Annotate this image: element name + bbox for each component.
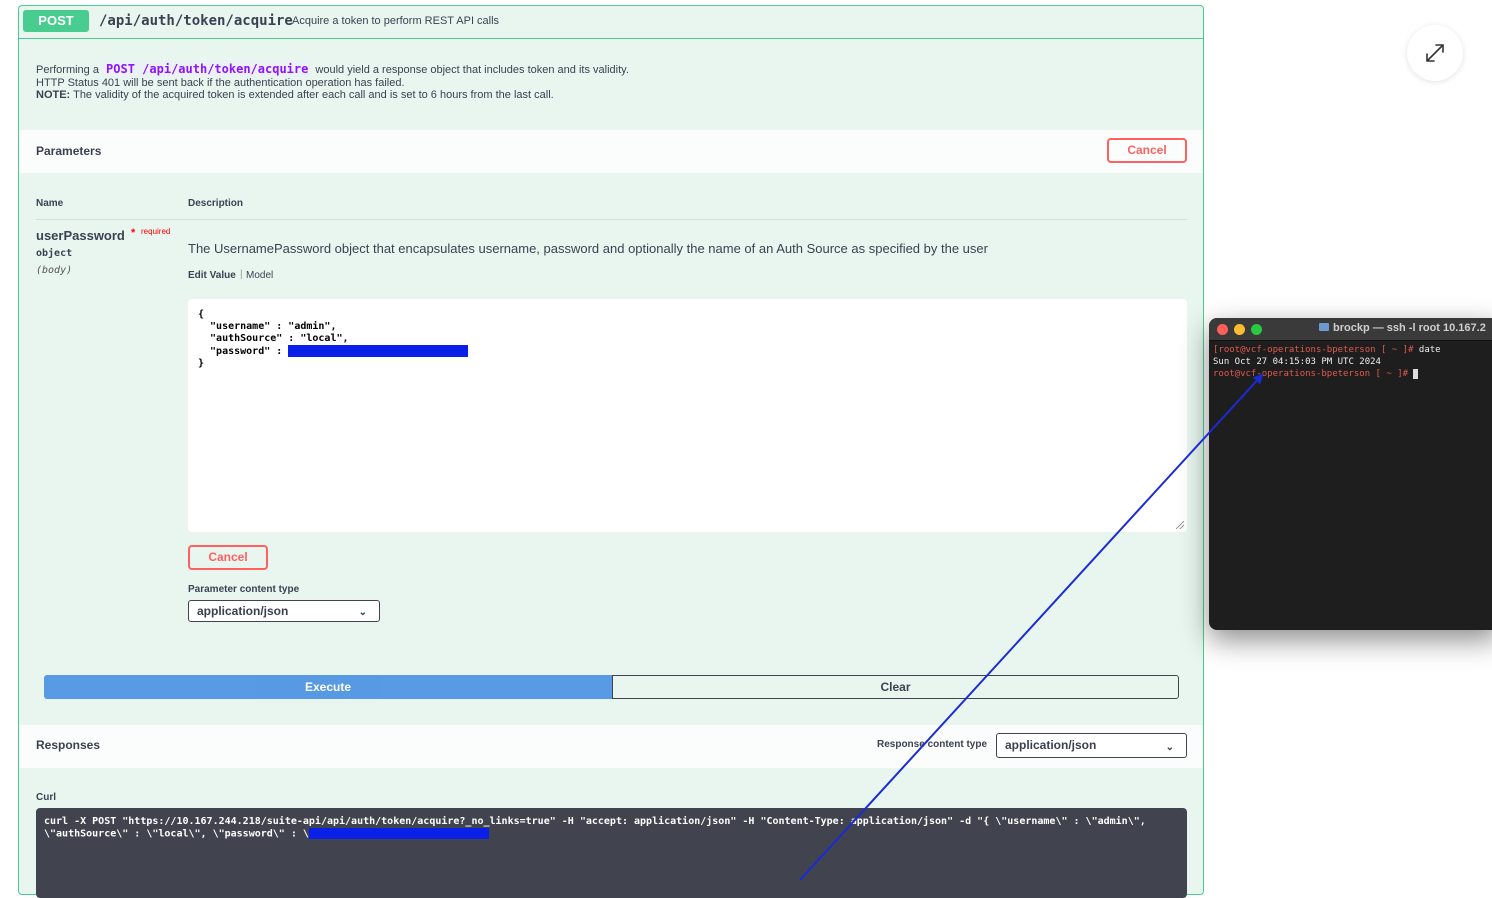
cancel-button-body[interactable]: Cancel — [188, 545, 268, 570]
parameter-content-type-select[interactable]: application/json ⌄ — [188, 600, 380, 622]
terminal-prompt: [root@vcf-operations-bpeterson [ ~ ]# — [1213, 345, 1419, 355]
curl-label: Curl — [36, 792, 56, 803]
desc-line2: HTTP Status 401 will be sent back if the… — [36, 76, 405, 89]
body-textarea[interactable]: { "username" : "admin", "authSource" : "… — [188, 299, 1187, 532]
note-text: The validity of the acquired token is ex… — [73, 89, 554, 101]
json-close: } — [198, 358, 205, 369]
parameters-title: Parameters — [36, 144, 102, 158]
desc-prefix: Performing a — [36, 64, 99, 76]
curl-line1: curl -X POST "https://10.167.244.218/sui… — [44, 816, 1146, 827]
minimize-window-button[interactable] — [1234, 324, 1245, 335]
clear-button[interactable]: Clear — [612, 675, 1179, 699]
response-content-type-select[interactable]: application/json ⌄ — [996, 733, 1187, 758]
response-content-type-label: Response content type — [877, 739, 988, 750]
required-star: * — [131, 227, 136, 239]
terminal-prompt-current: root@vcf-operations-bpeterson [ ~ ]# — [1213, 369, 1414, 379]
resize-handle[interactable] — [1176, 521, 1184, 529]
expand-button[interactable] — [1407, 25, 1463, 81]
param-location: (body) — [36, 265, 73, 276]
json-authsource: "authSource" : "local", — [198, 333, 349, 344]
curl-block: curl -X POST "https://10.167.244.218/sui… — [36, 808, 1187, 898]
terminal-window[interactable]: brockp — ssh -l root 10.167.2 [root@vcf-… — [1209, 318, 1492, 630]
operation-summary[interactable]: POST /api/auth/token/acquire Acquire a t… — [19, 6, 1203, 39]
cancel-button[interactable]: Cancel — [1107, 138, 1187, 163]
param-type: object — [36, 248, 73, 259]
body-json: { "username" : "admin", "authSource" : "… — [198, 309, 469, 370]
terminal-date-output: Sun Oct 27 04:15:03 PM UTC 2024 — [1213, 357, 1381, 367]
operation-description: Performing a POST /api/auth/token/acquir… — [36, 61, 629, 102]
curl-line2: \"authSource\" : \"local\", \"password\"… — [44, 828, 309, 840]
json-username: "username" : "admin", — [198, 321, 337, 332]
response-content-type-value: application/json — [1005, 738, 1097, 752]
tab-separator: | — [240, 269, 243, 280]
desc-suffix: would yield a response object that inclu… — [315, 64, 629, 76]
terminal-cursor — [1413, 368, 1419, 379]
responses-header: Responses Response content type applicat… — [19, 725, 1203, 768]
responses-title: Responses — [36, 738, 101, 752]
chevron-down-icon: ⌄ — [358, 607, 367, 618]
terminal-titlebar[interactable]: brockp — ssh -l root 10.167.2 — [1209, 318, 1492, 341]
tab-edit-value[interactable]: Edit Value — [188, 270, 236, 281]
curl-command: curl -X POST "https://10.167.244.218/sui… — [44, 816, 1174, 841]
column-header-name: Name — [36, 198, 64, 209]
operation-path: /api/auth/token/acquire — [99, 13, 293, 29]
method-badge: POST — [23, 10, 89, 32]
password-redaction — [288, 345, 469, 357]
json-password-key: "password" : — [198, 346, 289, 357]
param-description: The UsernamePassword object that encapsu… — [188, 241, 988, 256]
parameter-content-type-label: Parameter content type — [188, 584, 300, 595]
maximize-window-button[interactable] — [1251, 324, 1262, 335]
json-open: { — [198, 309, 205, 320]
expand-arrows-icon — [1426, 44, 1444, 62]
operation-summary-text: Acquire a token to perform REST API call… — [292, 15, 500, 27]
parameter-content-type-value: application/json — [197, 604, 289, 618]
terminal-title: brockp — ssh -l root 10.167.2 — [1319, 322, 1486, 334]
close-window-button[interactable] — [1217, 324, 1228, 335]
column-header-description: Description — [188, 198, 244, 209]
tab-model[interactable]: Model — [246, 270, 273, 281]
desc-code: POST /api/auth/token/acquire — [102, 61, 313, 77]
param-name: userPassword — [36, 228, 125, 243]
operation-block: POST /api/auth/token/acquire Acquire a t… — [18, 5, 1204, 898]
terminal-output[interactable]: [root@vcf-operations-bpeterson [ ~ ]# da… — [1213, 344, 1441, 380]
execute-button[interactable]: Execute — [44, 675, 612, 699]
note-label: NOTE: — [36, 89, 71, 101]
chevron-down-icon: ⌄ — [1165, 742, 1174, 753]
folder-icon — [1319, 323, 1329, 331]
header-divider — [36, 219, 1187, 220]
terminal-command: date — [1418, 345, 1441, 355]
curl-password-redaction — [308, 828, 489, 839]
required-label: required — [141, 227, 171, 236]
parameters-header: Parameters Cancel — [19, 130, 1203, 173]
